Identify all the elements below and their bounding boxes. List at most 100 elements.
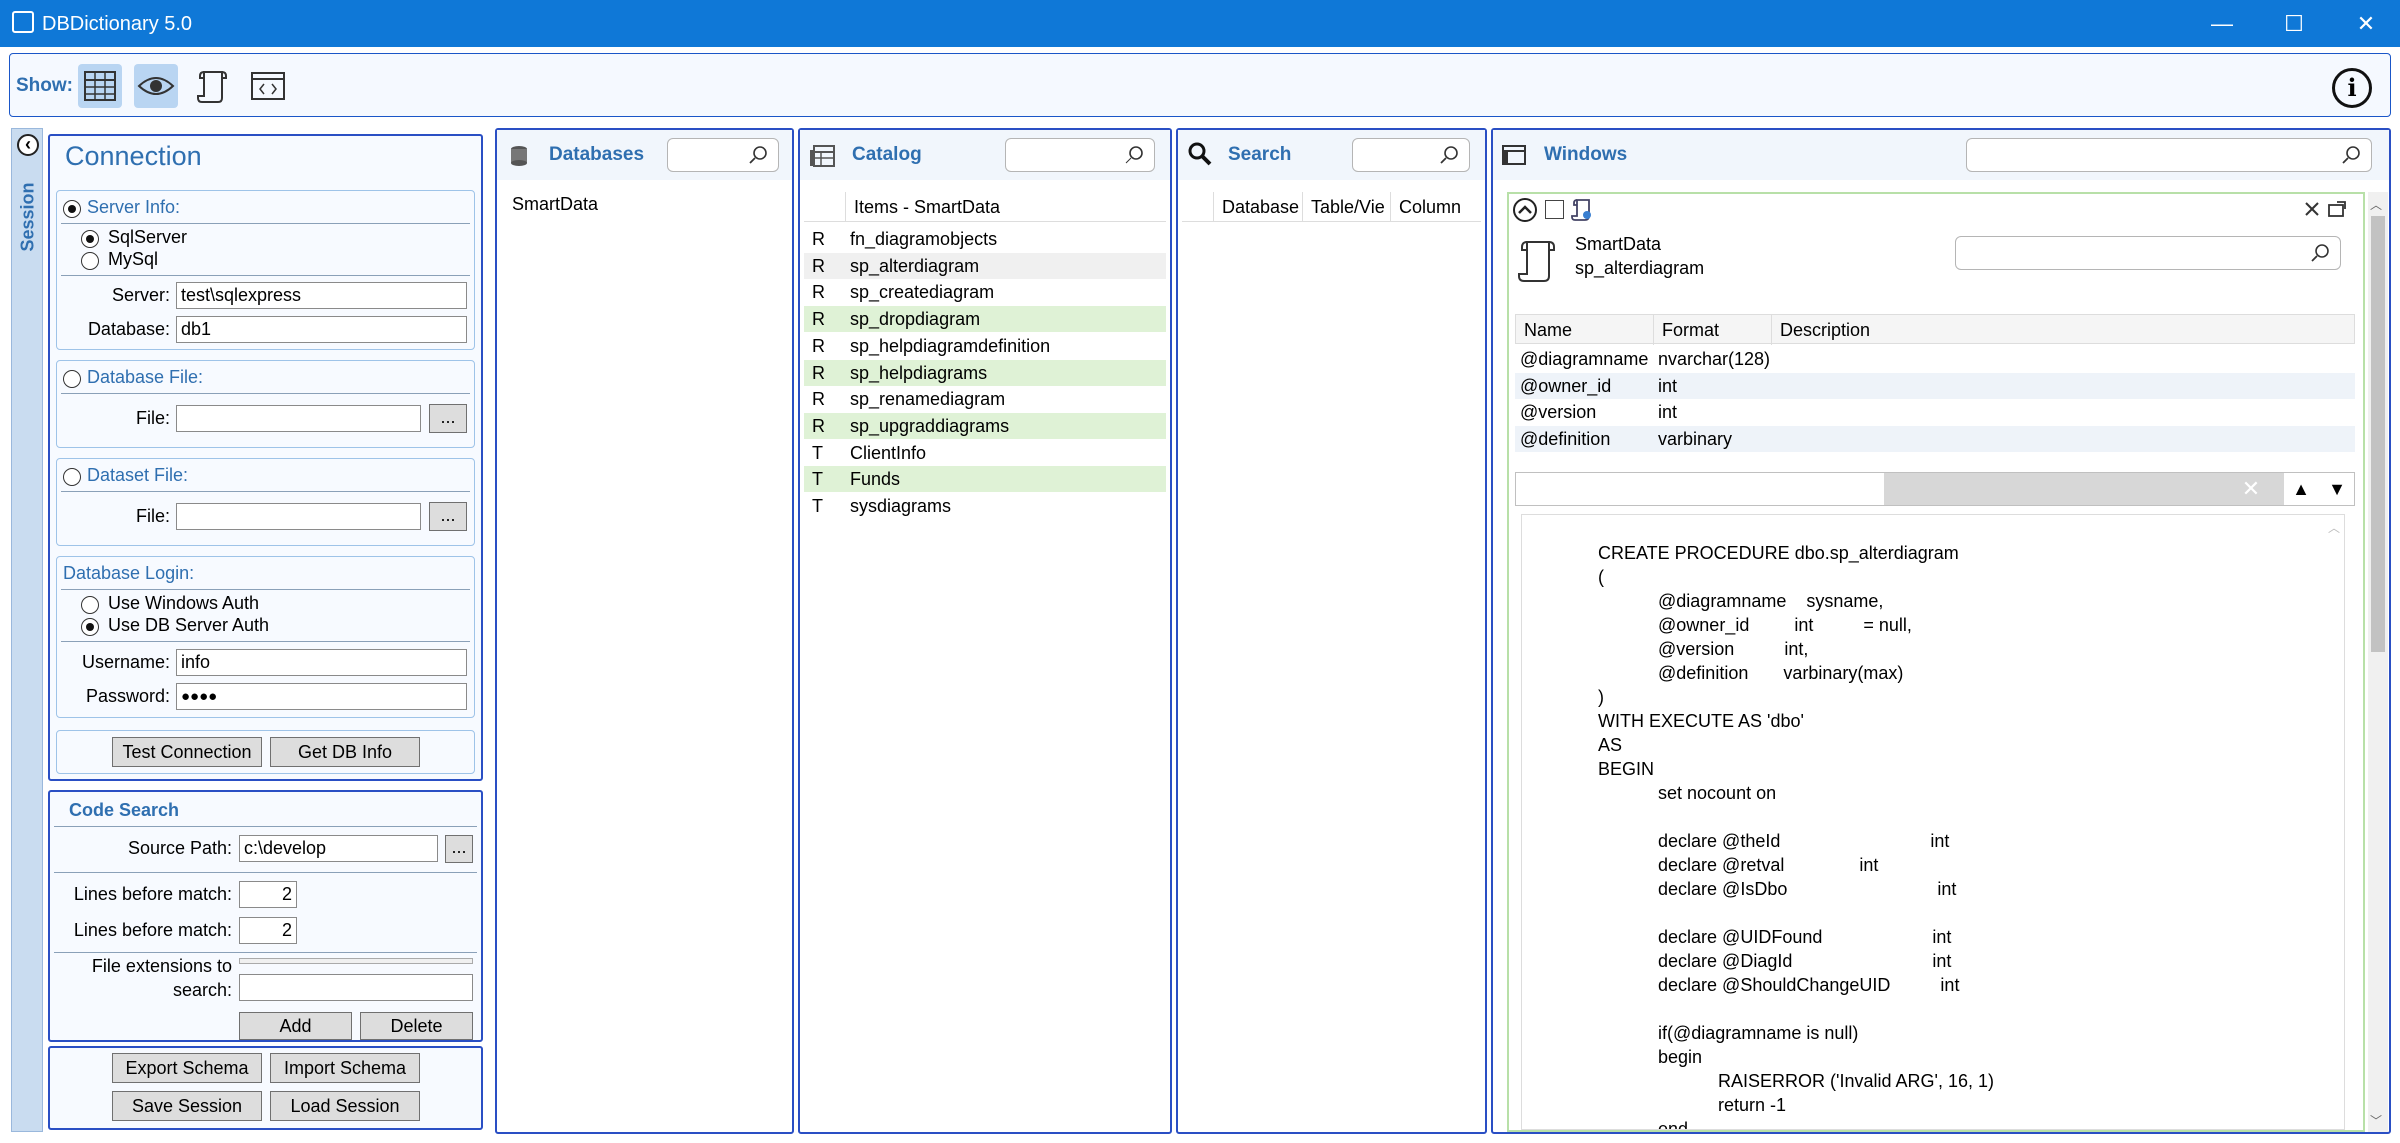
select-checkbox[interactable] (1545, 200, 1564, 219)
server-input[interactable]: test\sqlexpress (176, 282, 467, 309)
params-col-name[interactable]: Name (1516, 315, 1654, 345)
server-info-radio[interactable] (63, 200, 81, 218)
file-extensions-list[interactable] (239, 958, 473, 964)
file-extension-input[interactable] (239, 974, 473, 1001)
param-row[interactable]: @owner_id int (1515, 372, 2355, 399)
search-col-column[interactable]: Column (1391, 192, 1481, 222)
maximize-button[interactable]: ☐ (2260, 0, 2328, 47)
scrollbar-thumb[interactable] (2371, 216, 2385, 652)
sqlserver-radio[interactable] (81, 230, 99, 248)
username-label: Username: (81, 652, 170, 672)
session-sidebar: ‹ Session (11, 128, 43, 1132)
load-session-button[interactable]: Load Session (270, 1091, 420, 1121)
dataset-file-label: Dataset File: (87, 465, 189, 485)
catalog-item[interactable]: Tsysdiagrams (804, 493, 1166, 519)
import-schema-button[interactable]: Import Schema (270, 1053, 420, 1083)
code-search-title: Code Search (69, 800, 180, 820)
catalog-item[interactable]: Rsp_dropdiagram (804, 306, 1166, 333)
windows-auth-radio[interactable] (81, 596, 99, 614)
collapse-up-button[interactable] (1513, 198, 1537, 222)
find-previous-button[interactable]: ▲ (2284, 475, 2318, 503)
catalog-item[interactable]: Rsp_upgraddiagrams (804, 412, 1166, 439)
windows-title: Windows (1544, 144, 1628, 165)
source-path-label: Source Path: (127, 838, 232, 858)
windows-search-input[interactable] (1966, 138, 2372, 172)
catalog-item[interactable]: Rfn_diagramobjects (804, 226, 1166, 252)
catalog-item-name: sysdiagrams (850, 496, 952, 516)
catalog-item[interactable]: Rsp_helpdiagrams (804, 359, 1166, 386)
source-path-input[interactable]: c:\develop (239, 835, 438, 862)
close-button[interactable]: ✕ (2332, 0, 2400, 47)
session-tab-label[interactable]: Session (18, 182, 39, 251)
find-input[interactable] (1516, 473, 1884, 505)
add-extension-button[interactable]: Add (239, 1012, 352, 1040)
code-viewer[interactable]: CREATE PROCEDURE dbo.sp_alterdiagram ( @… (1521, 514, 2345, 1130)
undock-icon[interactable] (2327, 200, 2347, 218)
info-button[interactable]: i (2332, 68, 2372, 108)
databases-search-input[interactable] (667, 138, 779, 172)
catalog-item[interactable]: T Funds (804, 466, 1166, 493)
code-view-toggle[interactable] (246, 64, 290, 108)
collapse-session-button[interactable]: ‹ (17, 134, 39, 156)
param-row[interactable]: @diagramname nvarchar(128) (1515, 346, 2355, 372)
minimize-button[interactable]: — (2188, 0, 2256, 47)
params-col-description[interactable]: Description (1772, 315, 2352, 345)
catalog-item[interactable]: Rsp_renamediagram (804, 386, 1166, 412)
code-search-panel: Code Search Source Path: c:\develop ... … (48, 790, 483, 1042)
db-server-auth-radio[interactable] (81, 618, 99, 636)
catalog-item-type: R (812, 335, 825, 356)
test-connection-button[interactable]: Test Connection (112, 737, 262, 767)
code-scroll-up-arrow[interactable]: ︿ (2328, 519, 2340, 536)
search-col-table[interactable]: Table/Vie (1303, 192, 1391, 222)
database-file-input[interactable] (176, 405, 421, 432)
databases-panel: Databases SmartData (495, 128, 794, 1134)
table-view-toggle[interactable] (78, 64, 122, 108)
params-col-format[interactable]: Format (1654, 315, 1772, 345)
catalog-header-items[interactable]: Items - SmartData (846, 192, 1166, 222)
export-schema-button[interactable]: Export Schema (112, 1053, 262, 1083)
dataset-file-browse-button[interactable]: ... (429, 502, 467, 531)
catalog-item[interactable]: Rsp_alterdiagram (804, 252, 1166, 279)
scroll-icon (1518, 241, 1555, 282)
database-item[interactable]: SmartData (512, 194, 598, 215)
dataset-file-radio[interactable] (63, 468, 81, 486)
catalog-item[interactable]: Rsp_creatediagram (804, 279, 1166, 305)
procedure-view-toggle[interactable] (190, 64, 234, 108)
search-panel-search-input[interactable] (1352, 138, 1470, 172)
file-extensions-label: File extensions to (91, 956, 232, 976)
mysql-radio[interactable] (81, 252, 99, 270)
windows-scrollbar[interactable]: ︿ ﹀ (2368, 192, 2388, 1132)
param-name: @definition (1520, 428, 1611, 449)
search-col-database[interactable]: Database (1214, 192, 1303, 222)
view-toggle[interactable] (134, 64, 178, 108)
scroll-down-arrow[interactable]: ﹀ (2370, 1112, 2382, 1129)
database-file-browse-button[interactable]: ... (429, 404, 467, 433)
password-input[interactable]: ●●●● (176, 683, 467, 710)
database-file-radio[interactable] (63, 370, 81, 388)
grid-icon (84, 71, 116, 101)
delete-extension-button[interactable]: Delete (360, 1012, 473, 1040)
find-clear-button[interactable]: ✕ (2236, 475, 2266, 503)
source-path-browse-button[interactable]: ... (445, 835, 473, 863)
get-db-info-button[interactable]: Get DB Info (270, 737, 420, 767)
catalog-item[interactable]: Rsp_helpdiagramdefinition (804, 333, 1166, 359)
scroll-up-arrow[interactable]: ︿ (2370, 196, 2382, 213)
lines-before-input-2[interactable]: 2 (239, 917, 297, 944)
dataset-file-input[interactable] (176, 503, 421, 530)
document-object-name: sp_alterdiagram (1575, 258, 1705, 278)
document-search-input[interactable] (1955, 236, 2341, 270)
catalog-search-input[interactable] (1005, 138, 1155, 172)
catalog-item-type: R (812, 229, 825, 249)
eye-icon (137, 77, 175, 95)
param-row[interactable]: @definition varbinary (1515, 425, 2355, 452)
lines-before-input-1[interactable]: 2 (239, 881, 297, 908)
catalog-item-name: sp_upgraddiagrams (850, 415, 1010, 436)
catalog-item[interactable]: T ClientInfo (804, 440, 1166, 466)
param-row[interactable]: @version int (1515, 399, 2355, 426)
database-input[interactable]: db1 (176, 316, 467, 343)
save-session-button[interactable]: Save Session (112, 1091, 262, 1121)
username-input[interactable]: info (176, 649, 467, 676)
scroll-icon (197, 71, 227, 103)
find-next-button[interactable]: ▼ (2320, 475, 2354, 503)
close-document-button[interactable] (2303, 198, 2321, 224)
